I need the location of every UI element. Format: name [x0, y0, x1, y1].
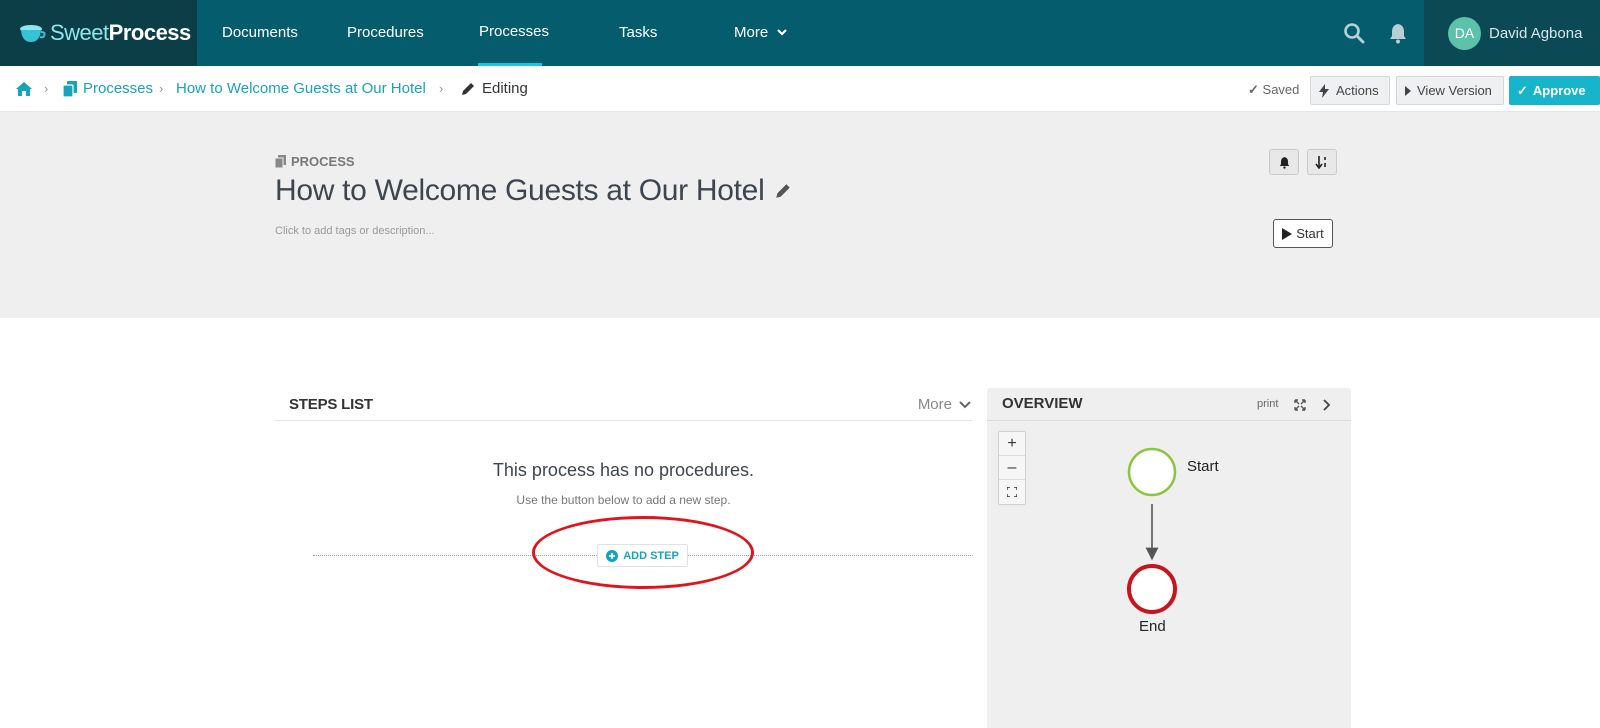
copy-icon — [63, 81, 77, 97]
user-name: David Agbona — [1489, 24, 1583, 42]
caret-right-icon — [1405, 85, 1411, 96]
bell-icon — [1279, 156, 1289, 169]
steps-list-title: STEPS LIST — [289, 396, 373, 413]
nav-tasks[interactable]: Tasks — [619, 0, 657, 66]
home-icon[interactable] — [15, 81, 33, 97]
chevron-right-icon: › — [439, 81, 444, 96]
search-icon[interactable] — [1343, 22, 1365, 44]
actions-button[interactable]: Actions — [1310, 76, 1390, 105]
end-node[interactable] — [1127, 564, 1177, 614]
pencil-icon[interactable] — [774, 182, 792, 200]
nav-more-label: More — [734, 24, 769, 41]
sort-icon — [1315, 156, 1326, 169]
logo-text-light: Sweet — [50, 20, 109, 45]
approve-label: Approve — [1532, 83, 1586, 98]
chevron-down-icon — [959, 400, 971, 408]
play-icon — [1282, 227, 1293, 240]
app-logo[interactable]: SweetProcess — [0, 0, 197, 66]
bell-icon[interactable] — [1387, 22, 1409, 44]
highlight-annotation — [532, 516, 754, 589]
chevron-right-icon: › — [159, 81, 164, 96]
notifications-button[interactable] — [1269, 149, 1299, 175]
check-icon: ✓ — [1517, 82, 1528, 98]
check-icon: ✓ — [1248, 82, 1259, 97]
start-node[interactable] — [1127, 447, 1177, 497]
chevron-down-icon — [777, 29, 788, 36]
process-description[interactable]: Click to add tags or description... — [275, 225, 435, 237]
overview-panel: OVERVIEW print + – Start End — [987, 388, 1351, 728]
process-label-text: PROCESS — [291, 154, 355, 169]
end-node-label: End — [1139, 618, 1166, 635]
bolt-icon — [1319, 83, 1329, 98]
breadcrumb-processes[interactable]: Processes — [83, 66, 153, 112]
start-button[interactable]: Start — [1273, 219, 1333, 248]
avatar: DA — [1448, 16, 1481, 50]
nav-more[interactable]: More — [734, 0, 788, 66]
breadcrumb-process-title[interactable]: How to Welcome Guests at Our Hotel — [176, 66, 426, 112]
approve-button[interactable]: ✓ Approve — [1509, 76, 1600, 105]
user-menu[interactable]: DA David Agbona — [1424, 0, 1600, 66]
sort-button[interactable] — [1307, 149, 1337, 175]
start-label: Start — [1296, 226, 1324, 241]
copy-icon — [275, 155, 286, 168]
saved-status: ✓ Saved — [1248, 80, 1299, 100]
top-navbar: SweetProcess Documents Procedures Proces… — [0, 0, 1600, 66]
breadcrumb-editing: Editing — [482, 80, 528, 97]
nav-documents[interactable]: Documents — [222, 0, 298, 66]
actions-label: Actions — [1336, 83, 1379, 98]
logo-text-bold: Process — [108, 20, 192, 45]
view-version-label: View Version — [1417, 83, 1492, 98]
saved-label: Saved — [1262, 82, 1300, 97]
steps-more-dropdown[interactable]: More — [918, 396, 972, 413]
nav-processes[interactable]: Processes — [478, 0, 549, 66]
empty-state-title: This process has no procedures. — [492, 460, 755, 480]
process-flow-diagram — [1127, 447, 1177, 614]
nav-procedures[interactable]: Procedures — [347, 0, 424, 66]
view-version-button[interactable]: View Version — [1396, 76, 1504, 105]
process-type-label: PROCESS — [275, 154, 355, 169]
pencil-icon — [462, 83, 474, 95]
chevron-right-icon: › — [44, 81, 49, 96]
start-node-label: Start — [1187, 458, 1219, 475]
steps-list-header: STEPS LIST More — [275, 388, 972, 421]
cup-logo-icon — [20, 25, 46, 42]
steps-more-label: More — [917, 396, 952, 413]
empty-state-subtitle: Use the button below to add a new step. — [516, 493, 731, 507]
page-title[interactable]: How to Welcome Guests at Our Hotel — [275, 174, 792, 208]
process-header — [0, 112, 1600, 318]
process-title: How to Welcome Guests at Our Hotel — [275, 174, 765, 207]
